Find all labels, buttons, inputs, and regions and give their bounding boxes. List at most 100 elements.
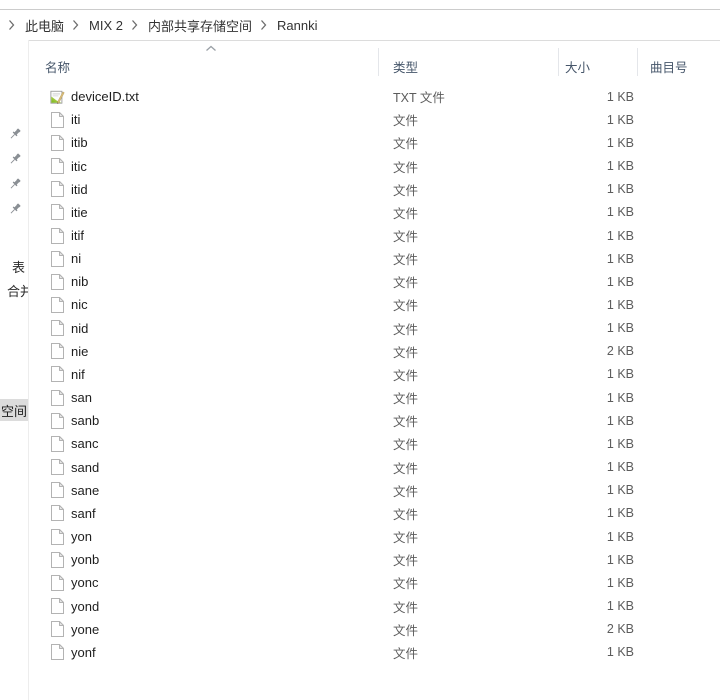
file-name: yon bbox=[71, 529, 92, 544]
table-row[interactable]: yonb 文件 1 KB bbox=[45, 548, 718, 571]
file-list: deviceID.txt TXT 文件 1 KB iti 文件 1 KB iti… bbox=[45, 85, 718, 664]
breadcrumb-chevron-icon[interactable] bbox=[260, 19, 267, 31]
file-name: san bbox=[71, 390, 92, 405]
breadcrumb-item[interactable]: Rannki bbox=[275, 16, 319, 35]
file-type: 文件 bbox=[378, 597, 558, 616]
breadcrumb-item[interactable]: MIX 2 bbox=[87, 16, 125, 35]
file-size: 1 KB bbox=[558, 182, 637, 196]
file-name: sanf bbox=[71, 506, 96, 521]
table-row[interactable]: nib 文件 1 KB bbox=[45, 270, 718, 293]
breadcrumb-chevron-icon[interactable] bbox=[131, 19, 138, 31]
file-size: 2 KB bbox=[558, 344, 637, 358]
breadcrumb-chevron-icon[interactable] bbox=[72, 19, 79, 31]
blank-file-icon bbox=[50, 320, 65, 337]
table-row[interactable]: sand 文件 1 KB bbox=[45, 456, 718, 479]
table-row[interactable]: yon 文件 1 KB bbox=[45, 525, 718, 548]
table-row[interactable]: nic 文件 1 KB bbox=[45, 293, 718, 316]
file-name: itib bbox=[71, 135, 88, 150]
blank-file-icon bbox=[50, 621, 65, 638]
file-name: iti bbox=[71, 112, 80, 127]
table-row[interactable]: yonf 文件 1 KB bbox=[45, 641, 718, 664]
pin-icon[interactable] bbox=[8, 202, 22, 216]
table-row[interactable]: sanf 文件 1 KB bbox=[45, 502, 718, 525]
file-type: 文件 bbox=[378, 620, 558, 639]
file-explorer-window: 此电脑MIX 2内部共享存储空间Rannki 表 合并 空间 名称 类型 大小 … bbox=[0, 0, 720, 700]
table-row[interactable]: itif 文件 1 KB bbox=[45, 224, 718, 247]
file-size: 1 KB bbox=[558, 530, 637, 544]
file-type: 文件 bbox=[378, 434, 558, 453]
file-name: itic bbox=[71, 159, 87, 174]
blank-file-icon bbox=[50, 273, 65, 290]
file-type: 文件 bbox=[378, 550, 558, 569]
file-type: 文件 bbox=[378, 458, 558, 477]
file-size: 1 KB bbox=[558, 367, 637, 381]
file-name: itid bbox=[71, 182, 88, 197]
table-row[interactable]: itie 文件 1 KB bbox=[45, 201, 718, 224]
sidebar-item-partial[interactable]: 合并 bbox=[7, 284, 29, 300]
file-name: yonb bbox=[71, 552, 99, 567]
navigation-pane[interactable]: 表 合并 空间 bbox=[0, 40, 29, 700]
table-row[interactable]: itid 文件 1 KB bbox=[45, 178, 718, 201]
blank-file-icon bbox=[50, 366, 65, 383]
file-type: TXT 文件 bbox=[378, 87, 558, 106]
file-name: yond bbox=[71, 599, 99, 614]
file-size: 1 KB bbox=[558, 576, 637, 590]
column-divider[interactable] bbox=[378, 48, 379, 76]
pin-icon[interactable] bbox=[8, 127, 22, 141]
file-size: 1 KB bbox=[558, 391, 637, 405]
table-row[interactable]: nif 文件 1 KB bbox=[45, 363, 718, 386]
file-name: sanb bbox=[71, 413, 99, 428]
file-type: 文件 bbox=[378, 527, 558, 546]
table-row[interactable]: nid 文件 1 KB bbox=[45, 317, 718, 340]
breadcrumb-chevron-icon[interactable] bbox=[8, 19, 15, 31]
file-type: 文件 bbox=[378, 342, 558, 361]
breadcrumb-item[interactable]: 此电脑 bbox=[23, 14, 66, 37]
pin-icon[interactable] bbox=[8, 177, 22, 191]
file-name: sanc bbox=[71, 436, 98, 451]
column-header-size[interactable]: 大小 bbox=[565, 57, 590, 76]
column-header-name[interactable]: 名称 bbox=[45, 57, 70, 76]
file-type: 文件 bbox=[378, 573, 558, 592]
file-size: 1 KB bbox=[558, 275, 637, 289]
pin-icon[interactable] bbox=[8, 152, 22, 166]
sidebar-item-partial[interactable]: 表 bbox=[12, 260, 25, 276]
table-row[interactable]: deviceID.txt TXT 文件 1 KB bbox=[45, 85, 718, 108]
blank-file-icon bbox=[50, 227, 65, 244]
table-row[interactable]: iti 文件 1 KB bbox=[45, 108, 718, 131]
file-name: nid bbox=[71, 321, 88, 336]
blank-file-icon bbox=[50, 204, 65, 221]
blank-file-icon bbox=[50, 505, 65, 522]
column-header-type[interactable]: 类型 bbox=[393, 57, 418, 76]
table-row[interactable]: yond 文件 1 KB bbox=[45, 594, 718, 617]
file-name: nic bbox=[71, 297, 88, 312]
table-row[interactable]: yone 文件 2 KB bbox=[45, 618, 718, 641]
column-header-track[interactable]: 曲目号 bbox=[650, 57, 688, 76]
notepad-text-file-icon bbox=[50, 88, 65, 105]
sidebar-item-selected[interactable]: 空间 bbox=[0, 399, 28, 421]
address-bar[interactable]: 此电脑 MIX 2 内部共享存储空间 Rannki bbox=[0, 9, 720, 41]
table-row[interactable]: itic 文件 1 KB bbox=[45, 154, 718, 177]
table-row[interactable]: sanc 文件 1 KB bbox=[45, 432, 718, 455]
file-size: 1 KB bbox=[558, 506, 637, 520]
file-type: 文件 bbox=[378, 481, 558, 500]
table-row[interactable]: sane 文件 1 KB bbox=[45, 479, 718, 502]
file-size: 2 KB bbox=[558, 622, 637, 636]
file-type: 文件 bbox=[378, 203, 558, 222]
blank-file-icon bbox=[50, 111, 65, 128]
table-row[interactable]: ni 文件 1 KB bbox=[45, 247, 718, 270]
file-size: 1 KB bbox=[558, 414, 637, 428]
blank-file-icon bbox=[50, 598, 65, 615]
sort-ascending-icon bbox=[205, 45, 217, 52]
table-row[interactable]: nie 文件 2 KB bbox=[45, 340, 718, 363]
column-divider[interactable] bbox=[637, 48, 638, 76]
column-divider[interactable] bbox=[558, 48, 559, 76]
blank-file-icon bbox=[50, 644, 65, 661]
file-type: 文件 bbox=[378, 643, 558, 662]
file-size: 1 KB bbox=[558, 252, 637, 266]
table-row[interactable]: itib 文件 1 KB bbox=[45, 131, 718, 154]
table-row[interactable]: sanb 文件 1 KB bbox=[45, 409, 718, 432]
table-row[interactable]: yonc 文件 1 KB bbox=[45, 571, 718, 594]
table-row[interactable]: san 文件 1 KB bbox=[45, 386, 718, 409]
blank-file-icon bbox=[50, 435, 65, 452]
breadcrumb-item[interactable]: 内部共享存储空间 bbox=[146, 14, 254, 37]
